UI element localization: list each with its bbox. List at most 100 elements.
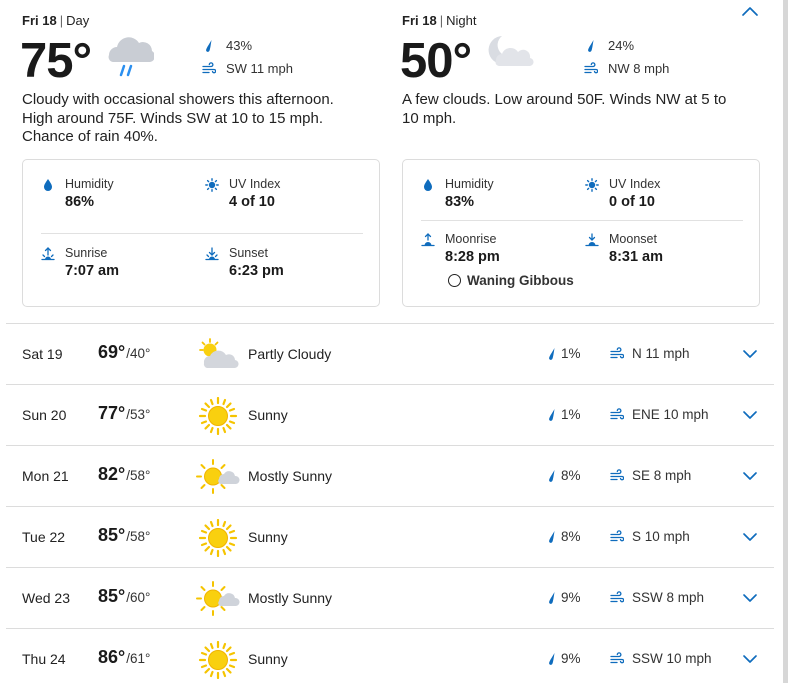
forecast-high: 85°/60° (98, 586, 150, 607)
forecast-wind: S 10 mph (610, 529, 690, 544)
forecast-high: 86°/61° (98, 647, 150, 668)
sunrise-label: Sunrise (65, 246, 108, 260)
expand-chevron-down-icon[interactable] (741, 346, 759, 362)
forecast-precip-value: 9% (561, 590, 581, 605)
forecast-wind-value: SE 8 mph (632, 468, 692, 483)
wind-icon (610, 469, 624, 483)
expand-chevron-down-icon[interactable] (741, 468, 759, 484)
forecast-row[interactable]: Thu 24 86°/61° Sunny 9% SSW 10 mph (6, 628, 774, 683)
collapse-chevron-up-icon[interactable] (740, 4, 760, 20)
forecast-day: Sat 19 (22, 346, 63, 362)
forecast-precip: 9% (547, 590, 581, 605)
expand-chevron-down-icon[interactable] (741, 651, 759, 667)
forecast-precip-value: 8% (561, 529, 581, 544)
moonrise-label: Moonrise (445, 232, 497, 246)
uv-label: UV Index (609, 177, 661, 191)
forecast-wind: SSW 8 mph (610, 590, 704, 605)
humidity-label: Humidity (445, 177, 494, 191)
forecast-day: Sun 20 (22, 407, 67, 423)
expand-chevron-down-icon[interactable] (741, 590, 759, 606)
forecast-row[interactable]: Tue 22 85°/58° Sunny 8% S 10 mph (6, 506, 774, 567)
forecast-precip-value: 9% (561, 651, 581, 666)
forecast-high-value: 86° (98, 647, 126, 667)
forecast-high-value: 82° (98, 464, 126, 484)
mostly-sunny-icon (196, 580, 240, 618)
forecast-wind-value: ENE 10 mph (632, 407, 709, 422)
raindrop-icon (547, 469, 557, 483)
wind-icon (584, 62, 598, 76)
mostly-sunny-icon (196, 458, 240, 496)
forecast-row[interactable]: Mon 21 82°/58° Mostly Sunny 8% SE 8 mph (6, 445, 774, 506)
night-panel-title: Fri 18 | Night (402, 13, 476, 28)
forecast-condition: Mostly Sunny (248, 590, 333, 606)
forecast-high: 82°/58° (98, 464, 150, 485)
night-temperature: 50° (400, 34, 472, 88)
moonrise-value: 8:28 pm (445, 249, 500, 265)
forecast-precip-value: 1% (561, 407, 581, 422)
moon-phase-label: Waning Gibbous (467, 273, 574, 288)
sun-icon (196, 397, 240, 435)
night-date: Fri 18 (402, 13, 437, 28)
forecast-row[interactable]: Sat 19 69°/40° Partly Cloudy 1% N 11 mph (6, 323, 774, 384)
forecast-day: Mon 21 (22, 468, 69, 484)
forecast-low: /53° (126, 407, 151, 422)
expand-chevron-down-icon[interactable] (741, 529, 759, 545)
day-date: Fri 18 (22, 13, 57, 28)
night-details-card: Humidity 83% UV Index 0 of 10 Moonrise 8… (402, 159, 760, 307)
forecast-day: Thu 24 (22, 651, 66, 667)
night-precip-value: 24% (608, 38, 635, 53)
forecast-precip: 1% (547, 346, 581, 361)
forecast-low: /60° (126, 590, 151, 605)
forecast-condition: Sunny (248, 529, 288, 545)
uv-label: UV Index (229, 177, 281, 191)
wind-icon (610, 591, 624, 605)
title-separator: | (439, 13, 444, 28)
moon-cloud-icon (488, 36, 534, 67)
forecast-day: Tue 22 (22, 529, 66, 545)
moonset-label: Moonset (609, 232, 657, 246)
wind-icon (610, 652, 624, 666)
wind-icon (610, 530, 624, 544)
sunset-icon (205, 247, 219, 261)
forecast-row[interactable]: Sun 20 77°/53° Sunny 1% ENE 10 mph (6, 384, 774, 445)
moon-phase-icon (448, 274, 461, 287)
forecast-precip: 8% (547, 529, 581, 544)
card-divider (41, 233, 363, 234)
sun-icon (196, 519, 240, 557)
cloud-rain-icon (108, 37, 154, 77)
sunrise-icon (41, 247, 55, 261)
forecast-condition: Sunny (248, 651, 288, 667)
sunset-label: Sunset (229, 246, 268, 260)
night-wind-value: NW 8 mph (608, 61, 670, 76)
forecast-row[interactable]: Wed 23 85°/60° Mostly Sunny 9% SSW 8 mph (6, 567, 774, 628)
day-wind-value: SW 11 mph (226, 61, 293, 76)
day-details-card: Humidity 86% UV Index 4 of 10 Sunrise 7:… (22, 159, 380, 307)
sunset-value: 6:23 pm (229, 263, 284, 279)
scrollbar-edge[interactable] (783, 0, 788, 683)
forecast-condition: Sunny (248, 407, 288, 423)
title-separator: | (59, 13, 64, 28)
day-precip-value: 43% (226, 38, 253, 53)
forecast-precip: 1% (547, 407, 581, 422)
forecast-wind-value: SSW 10 mph (632, 651, 712, 666)
day-panel-title: Fri 18 | Day (22, 13, 89, 28)
night-wind: NW 8 mph (584, 61, 669, 76)
wind-icon (610, 408, 624, 422)
humidity-icon (424, 179, 432, 191)
forecast-precip: 8% (547, 468, 581, 483)
expand-chevron-down-icon[interactable] (741, 407, 759, 423)
raindrop-icon (547, 347, 557, 361)
wind-icon (202, 62, 216, 76)
humidity-value: 83% (445, 194, 475, 210)
forecast-precip: 9% (547, 651, 581, 666)
wind-icon (610, 347, 624, 361)
partly-cloudy-icon (196, 336, 240, 374)
uv-sun-icon (585, 178, 599, 192)
humidity-value: 86% (65, 194, 95, 210)
card-divider (421, 220, 743, 221)
night-description: A few clouds. Low around 50F. Winds NW a… (402, 91, 727, 127)
forecast-high-value: 85° (98, 525, 126, 545)
forecast-precip-value: 1% (561, 346, 581, 361)
forecast-low: /58° (126, 529, 151, 544)
moonrise-icon (421, 233, 435, 247)
